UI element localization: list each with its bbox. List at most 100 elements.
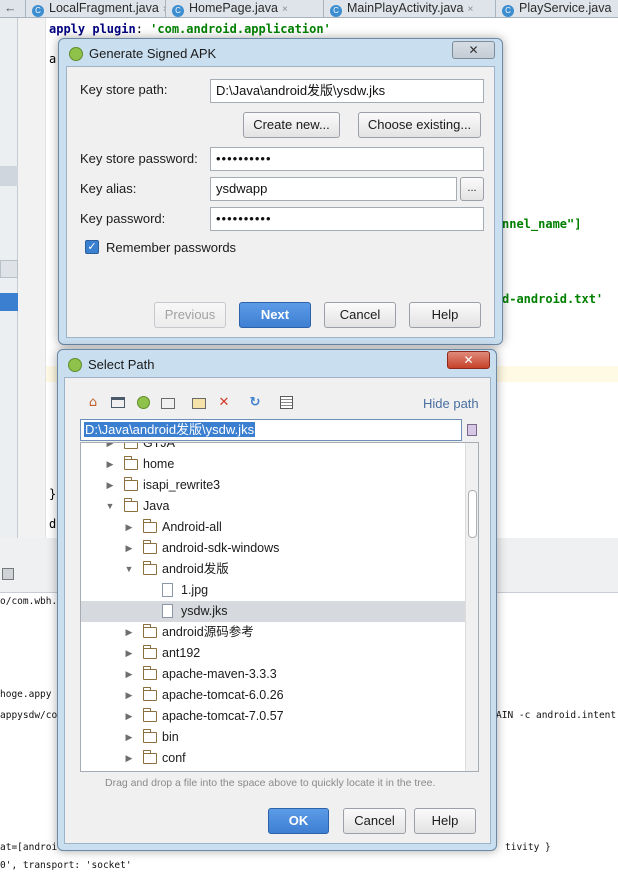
collapse-arrow-icon[interactable]: ▶ bbox=[124, 643, 134, 664]
folder-icon bbox=[142, 624, 157, 638]
key-alias-field[interactable]: ysdwapp bbox=[210, 177, 457, 201]
tree-scrollbar[interactable] bbox=[465, 443, 478, 771]
dialog-body: ⌂ ✕ ↻ Hide path D:\Java\android发版\ysdw.j… bbox=[64, 377, 491, 844]
remember-passwords-checkbox[interactable]: ✓ bbox=[85, 240, 99, 254]
remember-passwords-label[interactable]: Remember passwords bbox=[106, 240, 236, 255]
collapse-arrow-icon[interactable]: ▶ bbox=[124, 664, 134, 685]
collapse-arrow-icon[interactable]: ▶ bbox=[124, 622, 134, 643]
folder-icon bbox=[123, 456, 138, 470]
collapse-arrow-icon[interactable]: ▶ bbox=[124, 727, 134, 748]
tree-folder-row[interactable]: ▶ Android-all bbox=[81, 517, 465, 538]
console-line: 0', transport: 'socket' bbox=[0, 860, 132, 871]
collapse-arrow-icon[interactable]: ▶ bbox=[124, 517, 134, 538]
file-tree[interactable]: ▶ GTJA ▶ home ▶ isapi_rewrite3 ▼ Java ▶ Android-a… bbox=[80, 442, 479, 772]
folder-icon bbox=[124, 443, 138, 449]
home-icon[interactable]: ⌂ bbox=[85, 395, 101, 411]
console-line: AIN -c android.intent bbox=[496, 710, 617, 721]
android-studio-icon bbox=[68, 358, 82, 372]
collapse-arrow-icon[interactable]: ▶ bbox=[105, 454, 115, 475]
file-icon bbox=[162, 583, 173, 597]
tree-item-label: bin bbox=[162, 730, 179, 744]
close-button[interactable]: ✕ bbox=[447, 351, 490, 369]
dialog-title: Generate Signed APK bbox=[89, 46, 217, 61]
console-line: hoge.appy bbox=[0, 689, 52, 700]
collapse-arrow-icon[interactable]: ▶ bbox=[124, 706, 134, 727]
tab-mainplayactivity[interactable]: C MainPlayActivity.java × bbox=[324, 0, 496, 18]
path-history-icon[interactable] bbox=[465, 421, 479, 438]
create-new-button[interactable]: Create new... bbox=[243, 112, 340, 138]
previous-button[interactable]: Previous bbox=[154, 302, 226, 328]
tree-item-label: home bbox=[143, 457, 175, 471]
new-folder-icon[interactable] bbox=[191, 395, 207, 411]
choose-existing-button[interactable]: Choose existing... bbox=[358, 112, 481, 138]
help-button[interactable]: Help bbox=[409, 302, 481, 328]
tree-item-label: android源码参考 bbox=[162, 625, 254, 639]
help-button[interactable]: Help bbox=[414, 808, 476, 834]
tree-folder-row[interactable]: ▼ Java bbox=[81, 496, 465, 517]
folder-icon bbox=[142, 666, 157, 680]
folder-icon bbox=[142, 687, 157, 701]
key-password-field[interactable]: •••••••••• bbox=[210, 207, 484, 231]
collapse-arrow-icon[interactable]: ▶ bbox=[105, 475, 115, 496]
desktop-icon[interactable] bbox=[110, 395, 126, 411]
tree-folder-row[interactable]: ▶ ant192 bbox=[81, 643, 465, 664]
expand-arrow-icon[interactable]: ▼ bbox=[124, 559, 134, 580]
tree-folder-row[interactable]: ▶ home bbox=[81, 454, 465, 475]
tree-folder-row[interactable]: ▶ android源码参考 bbox=[81, 622, 465, 643]
panel-button[interactable] bbox=[0, 260, 18, 278]
tree-folder-row[interactable]: ▶ GTJA bbox=[81, 443, 465, 454]
drag-drop-hint: Drag and drop a file into the space abov… bbox=[105, 777, 436, 789]
cancel-button[interactable]: Cancel bbox=[324, 302, 396, 328]
tree-item-label: isapi_rewrite3 bbox=[143, 478, 221, 492]
refresh-icon[interactable]: ↻ bbox=[247, 395, 263, 411]
dialog-body: Key store path: D:\Java\android发版\ysdw.j… bbox=[66, 66, 495, 338]
delete-icon[interactable]: ✕ bbox=[216, 395, 232, 411]
hide-path-link[interactable]: Hide path bbox=[423, 396, 479, 411]
panel-dropdown[interactable] bbox=[0, 293, 18, 311]
collapse-arrow-icon[interactable]: ▶ bbox=[124, 685, 134, 706]
tree-folder-row[interactable]: ▶ bin bbox=[81, 727, 465, 748]
tree-folder-row[interactable]: ▶ apache-tomcat-7.0.57 bbox=[81, 706, 465, 727]
tree-item-label: apache-tomcat-6.0.26 bbox=[162, 688, 284, 702]
code-channel-name: nnel_name"] bbox=[502, 217, 582, 231]
show-hidden-icon[interactable] bbox=[278, 395, 294, 411]
tree-folder-row[interactable]: ▼ android发版 bbox=[81, 559, 465, 580]
tree-file-row[interactable]: 1.jpg bbox=[81, 580, 465, 601]
tree-folder-row[interactable]: ▶ apache-maven-3.3.3 bbox=[81, 664, 465, 685]
panel-selection bbox=[0, 166, 18, 186]
java-class-icon: C bbox=[330, 5, 342, 17]
key-store-path-field[interactable]: D:\Java\android发版\ysdw.jks bbox=[210, 79, 484, 103]
tree-folder-row[interactable]: ▶ apache-tomcat-6.0.26 bbox=[81, 685, 465, 706]
folder-icon bbox=[142, 708, 157, 722]
tab-localfragment[interactable]: CLocalFragment.java× bbox=[26, 0, 166, 18]
android-icon[interactable] bbox=[135, 395, 151, 411]
project-panel-edge bbox=[0, 18, 18, 538]
tab-overflow[interactable]: ← bbox=[0, 0, 26, 18]
path-field[interactable]: D:\Java\android发版\ysdw.jks bbox=[80, 419, 462, 441]
next-button[interactable]: Next bbox=[239, 302, 311, 328]
project-icon[interactable] bbox=[160, 395, 176, 411]
collapse-arrow-icon[interactable]: ▶ bbox=[105, 443, 115, 454]
browse-alias-button[interactable]: ... bbox=[460, 177, 484, 201]
console-line: o/com.wbh. bbox=[0, 596, 58, 607]
close-tab-icon[interactable]: × bbox=[467, 4, 473, 15]
close-tab-icon[interactable]: × bbox=[282, 4, 288, 15]
tree-folder-row[interactable]: ▶ conf bbox=[81, 748, 465, 769]
collapse-arrow-icon[interactable]: ▶ bbox=[124, 538, 134, 559]
key-store-password-field[interactable]: •••••••••• bbox=[210, 147, 484, 171]
tab-homepage[interactable]: C HomePage.java × bbox=[166, 0, 324, 18]
key-store-path-label: Key store path: bbox=[80, 82, 168, 97]
cancel-button[interactable]: Cancel bbox=[343, 808, 406, 834]
tree-item-label: 1.jpg bbox=[181, 583, 209, 597]
tab-playservice[interactable]: C PlayService.java bbox=[496, 0, 618, 18]
expand-arrow-icon[interactable]: ▼ bbox=[105, 496, 115, 517]
ok-button[interactable]: OK bbox=[268, 808, 329, 834]
code-fragment-d: d bbox=[49, 517, 57, 531]
close-button[interactable]: ✕ bbox=[452, 41, 495, 59]
tree-folder-row[interactable]: ▶ isapi_rewrite3 bbox=[81, 475, 465, 496]
collapse-arrow-icon[interactable]: ▶ bbox=[124, 748, 134, 769]
tree-file-row[interactable]: ysdw.jks bbox=[81, 601, 465, 622]
scrollbar-thumb[interactable] bbox=[468, 490, 477, 538]
tree-folder-row[interactable]: ▶ android-sdk-windows bbox=[81, 538, 465, 559]
console-menu-icon[interactable] bbox=[2, 568, 14, 580]
